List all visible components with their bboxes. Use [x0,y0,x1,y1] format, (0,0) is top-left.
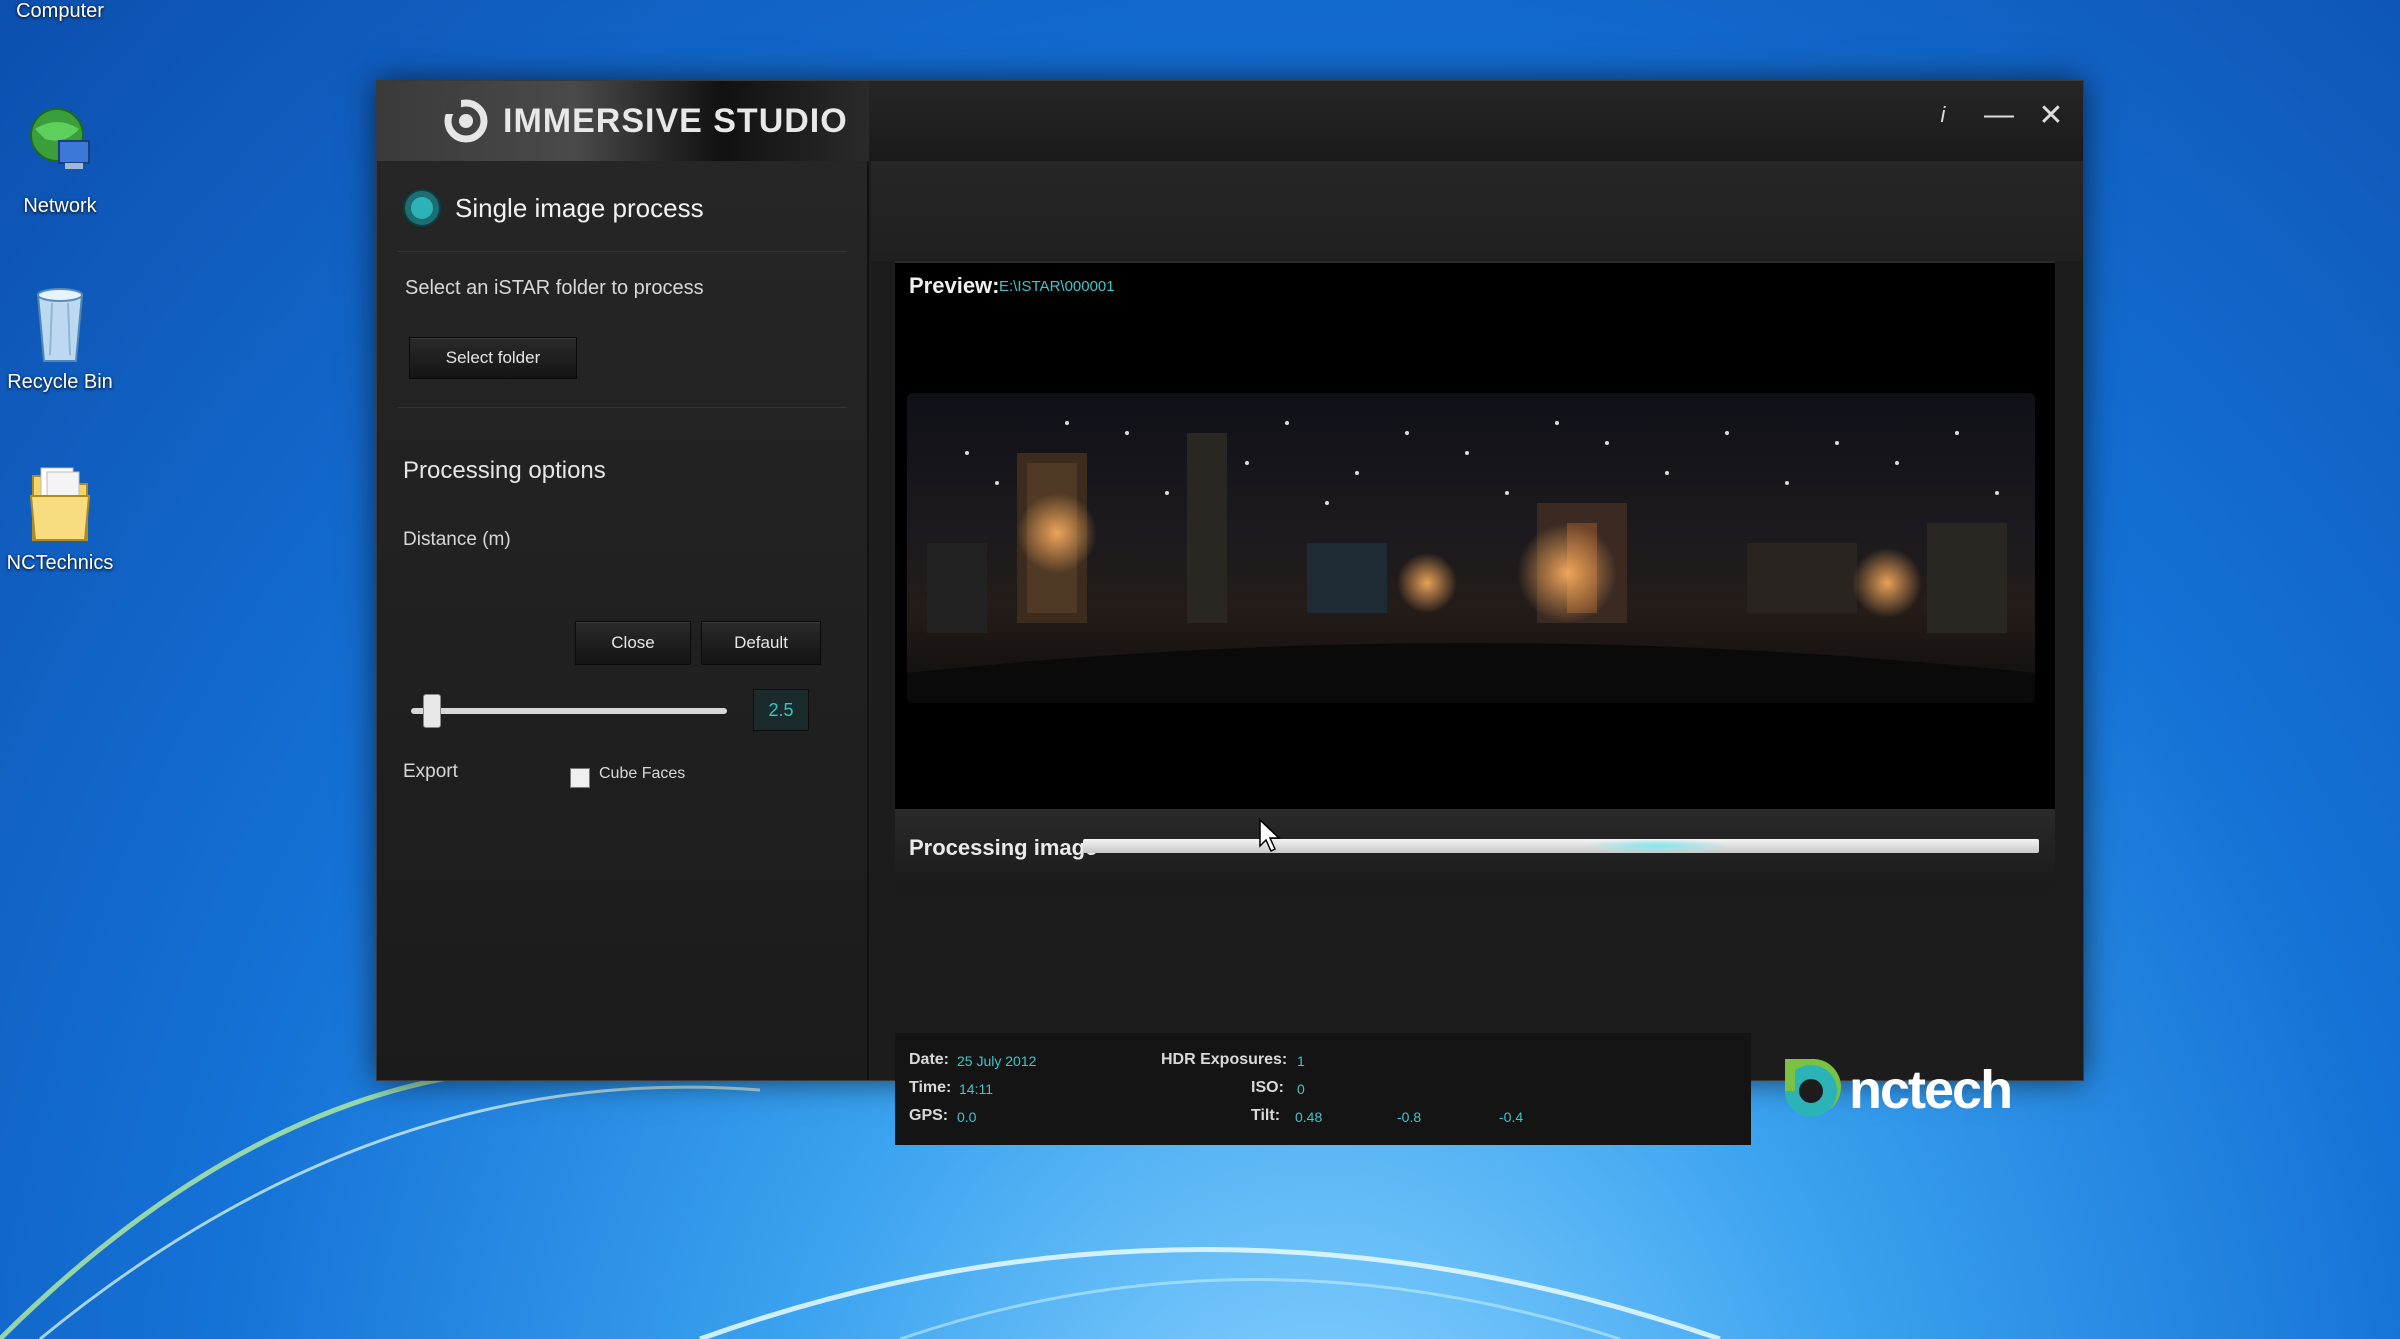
select-folder-button[interactable]: Select folder [409,337,577,379]
main-area: Preview: E:\ISTAR\000001 Processing imag… [871,161,2083,1145]
processing-options-title: Processing options [403,457,606,484]
desktop-icon-label: Recycle Bin [7,371,113,393]
time-label: Time: [909,1079,952,1096]
default-distance-button[interactable]: Default [701,621,821,665]
progress-area: Processing image [895,809,2055,889]
select-folder-prompt: Select an iSTAR folder to process [405,277,704,299]
mode-selector[interactable]: Single image process [405,191,704,225]
nctech-logo-icon [1785,1058,1841,1117]
hdr-exposures-value: 1 [1297,1053,1305,1069]
desktop-icon-label: Computer [16,0,104,22]
desktop-icon-computer[interactable]: Computer [0,0,120,23]
title-bar[interactable]: IMMERSIVE STUDIO i — ✕ [377,81,2083,161]
brand-name: nctech [1849,1060,2013,1120]
recycle-bin-icon [36,288,84,362]
tilt-value-z: -0.4 [1499,1109,1524,1125]
cube-faces-label: Cube Faces [599,765,686,782]
date-value: 25 July 2012 [957,1053,1037,1069]
tilt-label: Tilt: [1251,1107,1281,1124]
panorama-preview-image [907,393,2035,703]
divider [397,251,847,252]
iso-label: ISO: [1251,1079,1284,1096]
distance-slider-thumb[interactable] [423,694,441,728]
preview-label: Preview: [909,273,1000,298]
mode-radio-button[interactable] [405,191,439,225]
preview-panel: Preview: E:\ISTAR\000001 [895,261,2055,809]
iso-value: 0 [1297,1081,1305,1097]
distance-slider-track[interactable] [411,708,727,714]
cube-faces-checkbox[interactable] [570,768,590,788]
network-globe-icon [30,108,90,169]
desktop-icon-label: NCTechnics [6,552,114,574]
tilt-value-x: 0.48 [1295,1109,1323,1125]
hdr-exposures-label: HDR Exposures: [1161,1051,1288,1068]
desktop-icon-label: Network [23,195,97,217]
close-button[interactable]: ✕ [2029,93,2073,137]
processing-progress-bar [1083,839,2039,853]
image-info-panel: Date: 25 July 2012 Time: 14:11 GPS: 0.0 … [895,1033,1751,1145]
mouse-cursor-icon [1259,818,1281,853]
gps-label: GPS: [909,1107,949,1124]
export-label: Export [403,761,458,782]
app-logo-block: IMMERSIVE STUDIO [377,81,869,161]
distance-value-field[interactable]: 2.5 [753,689,809,731]
tilt-value-y: -0.8 [1397,1109,1422,1125]
close-distance-button[interactable]: Close [575,621,691,665]
folder-icon [29,467,91,541]
distance-label: Distance (m) [403,529,511,550]
top-strip [871,161,2083,261]
progress-indicator [1581,839,1732,853]
minimize-button[interactable]: — [1977,93,2021,137]
divider [397,407,847,408]
desktop-icon-nctechnics-folder[interactable]: NCTechnics [0,462,120,575]
desktop-icon-network[interactable]: Network [0,105,120,218]
app-window: IMMERSIVE STUDIO i — ✕ Single image proc… [376,80,2084,1145]
sidebar: Single image process Select an iSTAR fol… [377,161,869,1080]
app-title: IMMERSIVE STUDIO [503,101,848,140]
info-button[interactable]: i [1921,93,1965,137]
mode-label: Single image process [455,192,704,223]
time-value: 14:11 [959,1081,993,1097]
desktop-icon-recycle-bin[interactable]: Recycle Bin [0,285,120,394]
progress-label: Processing image [909,835,1098,860]
date-label: Date: [909,1051,950,1068]
preview-path: E:\ISTAR\000001 [999,278,1115,295]
brand-logo: nctech [1779,1055,2013,1125]
app-logo-icon [444,99,488,143]
gps-value: 0.0 [957,1109,977,1125]
